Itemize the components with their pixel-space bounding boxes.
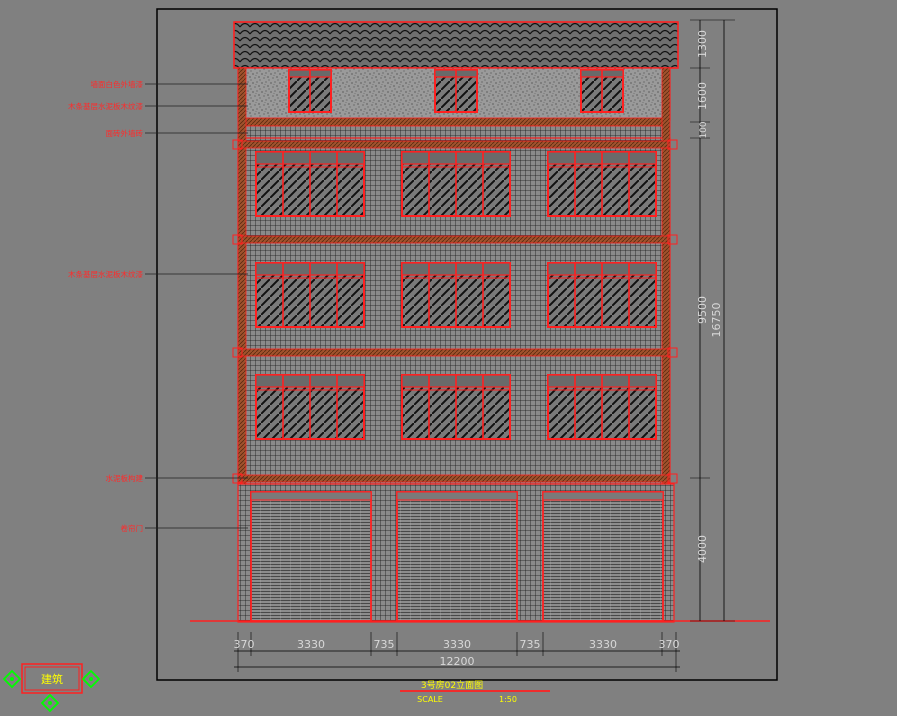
dim-h-4: 3330 <box>443 638 471 651</box>
roof-tiles <box>233 21 679 69</box>
annotation-callout: 墙面白色外墙漆 <box>91 79 248 89</box>
attic-window <box>434 69 478 113</box>
elevation-drawing-canvas: 墙面白色外墙漆木条基层水泥板木纹漆面砖外墙砖木条基层水泥板木纹漆水泥板构建卷帘门… <box>2 8 778 713</box>
annotation-label: 面砖外墙砖 <box>106 128 144 138</box>
layer-tag-button[interactable]: 建筑 <box>21 663 83 694</box>
floor-slab-band <box>232 139 678 150</box>
annotation-callout: 卷帘门 <box>121 523 248 533</box>
drawing-title: 3号房02立面图 <box>421 679 483 691</box>
annotation-label: 木条基层水泥板木纹漆 <box>68 101 143 111</box>
dim-h-3: 735 <box>374 638 395 651</box>
dim-h-6: 3330 <box>589 638 617 651</box>
facade-window <box>547 374 657 440</box>
dim-v-total: 16750 <box>710 303 723 338</box>
wood-trim-band <box>237 117 671 127</box>
annotation-callout: 水泥板构建 <box>106 473 248 483</box>
annotation-label: 卷帘门 <box>121 523 144 533</box>
attic-window <box>580 69 624 113</box>
dim-h-5: 735 <box>520 638 541 651</box>
right-wood-column <box>661 67 671 487</box>
grip-bottom-icon[interactable] <box>40 693 60 713</box>
dim-v-2: 1600 <box>696 82 709 110</box>
dim-h-total: 12200 <box>440 655 475 668</box>
dim-v-1: 1300 <box>696 30 709 58</box>
floor-slab-band <box>232 347 678 358</box>
floor-slab-band <box>232 473 678 484</box>
facade-window <box>255 374 365 440</box>
facade-window <box>255 262 365 328</box>
left-wood-column <box>237 67 247 487</box>
dim-v-3: 100 <box>699 121 709 138</box>
roller-shutter-door <box>396 491 518 622</box>
roller-shutter-door <box>250 491 372 622</box>
annotation-label: 墙面白色外墙漆 <box>91 79 144 89</box>
dim-v-4: 9500 <box>696 296 709 324</box>
facade-window <box>401 374 511 440</box>
tile-strip <box>237 125 671 139</box>
scale-value: 1:50 <box>499 695 517 704</box>
annotation-label: 水泥板构建 <box>106 473 144 483</box>
facade-window <box>547 151 657 217</box>
floor-slab-band <box>232 234 678 245</box>
scale-label: SCALE <box>417 695 443 704</box>
facade-window <box>255 151 365 217</box>
facade-window <box>401 151 511 217</box>
facade-window <box>401 262 511 328</box>
grip-right-icon[interactable] <box>81 669 101 689</box>
dim-h-1: 370 <box>234 638 255 651</box>
dim-v-5: 4000 <box>696 535 709 563</box>
dim-h-7: 370 <box>659 638 680 651</box>
annotation-callout: 面砖外墙砖 <box>106 128 248 138</box>
layer-tag-label: 建筑 <box>41 672 63 686</box>
annotation-callout: 木条基层水泥板木纹漆 <box>68 101 248 111</box>
roller-shutter-door <box>542 491 664 622</box>
grip-left-icon[interactable] <box>2 669 22 689</box>
annotation-callout: 木条基层水泥板木纹漆 <box>68 269 248 279</box>
annotation-label: 木条基层水泥板木纹漆 <box>68 269 143 279</box>
dim-h-2: 3330 <box>297 638 325 651</box>
facade-window <box>547 262 657 328</box>
attic-window <box>288 69 332 113</box>
